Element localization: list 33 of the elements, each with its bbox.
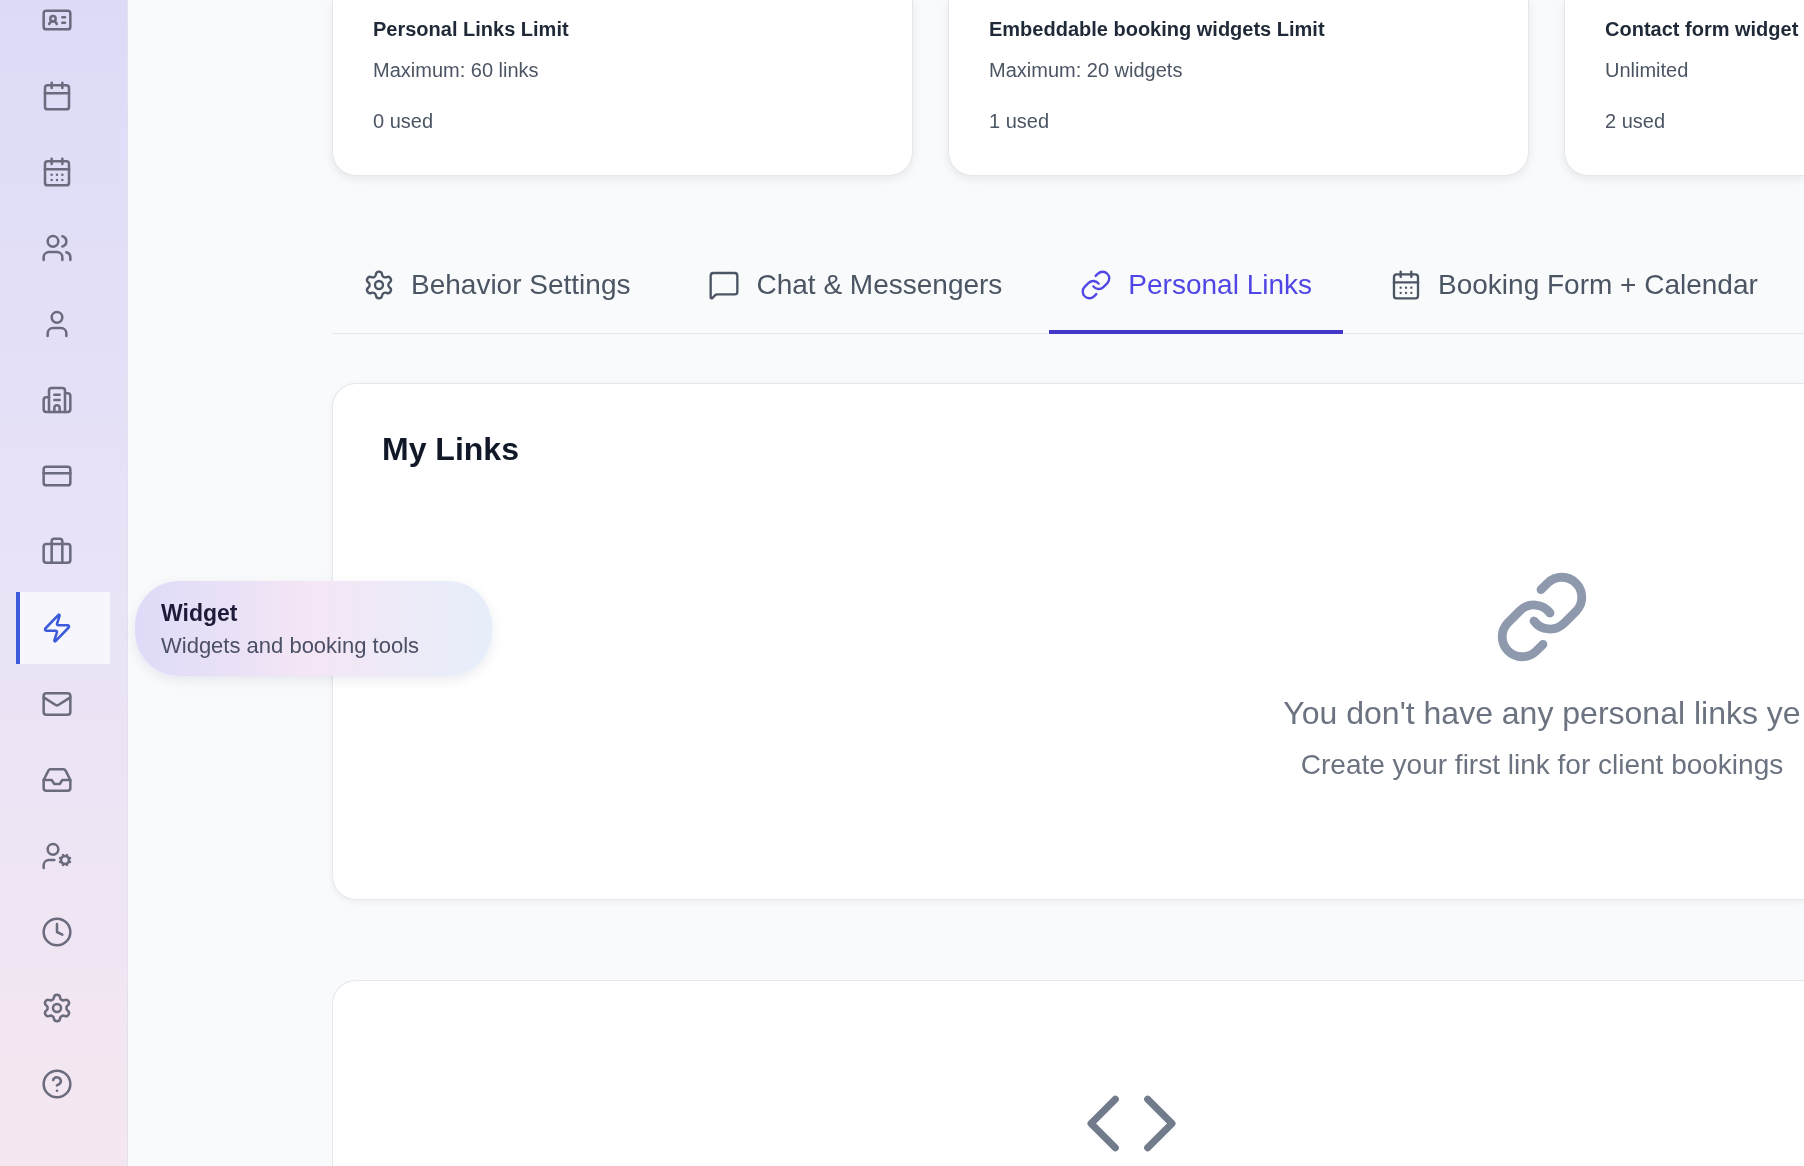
link-icon: [1080, 269, 1113, 301]
user-gear-icon: [41, 840, 73, 872]
usage-text: 1 used: [989, 109, 1050, 133]
settings-icon: [41, 992, 73, 1024]
sidebar-item[interactable]: [16, 592, 110, 664]
users-icon: [41, 232, 73, 264]
tab[interactable]: Booking Form + Calendar: [1359, 239, 1789, 334]
empty-state-message: Create your first link for client bookings: [1300, 748, 1784, 782]
tab[interactable]: Chat & Messengers: [677, 239, 1034, 334]
card-title: Personal Links Limit: [373, 17, 569, 41]
clock-icon: [41, 916, 73, 948]
limit-text: Maximum: 60 links: [373, 58, 539, 82]
section-title: My Links: [382, 430, 519, 468]
limit-text: Unlimited: [1605, 58, 1689, 82]
lightning-icon: [41, 612, 73, 644]
usage-text: 0 used: [373, 109, 434, 133]
tooltip-title: Widget: [161, 598, 238, 627]
building-icon: [41, 384, 73, 416]
calendar-icon: [1390, 269, 1422, 301]
card-title: Contact form widget: [1605, 17, 1799, 41]
chat-bubble-icon: [708, 269, 741, 301]
tab[interactable]: Behavior Settings: [332, 239, 662, 334]
tab[interactable]: Personal Links: [1049, 239, 1343, 334]
calendar-icon: [41, 80, 73, 112]
settings-icon: [363, 269, 395, 301]
card-title: Embeddable booking widgets Limit: [989, 17, 1325, 41]
tooltip-description: Widgets and booking tools: [161, 632, 420, 659]
usage-text: 2 used: [1605, 109, 1666, 133]
code-icon: [1087, 1095, 1176, 1152]
calendar-grid-icon: [41, 156, 73, 188]
help-icon: [41, 1068, 73, 1100]
empty-state-title: You don't have any personal links ye: [1283, 694, 1801, 732]
limit-text: Maximum: 20 widgets: [989, 58, 1183, 82]
